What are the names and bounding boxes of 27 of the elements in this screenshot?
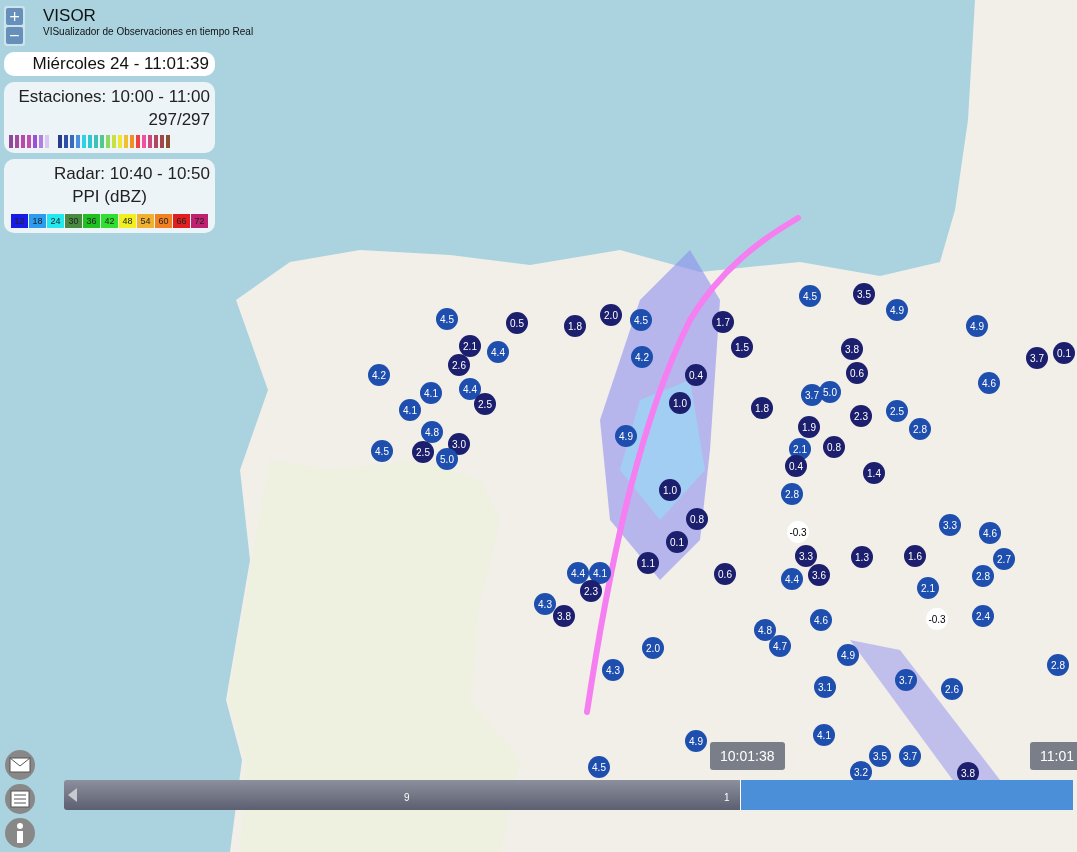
radar-legend-cell: 72 <box>191 214 208 228</box>
stations-time-range: Estaciones: 10:00 - 11:00 <box>17 86 210 108</box>
radar-legend-cell: 42 <box>101 214 118 228</box>
radar-legend-cell: 12 <box>11 214 28 228</box>
radar-legend-cell: 18 <box>29 214 46 228</box>
app-subtitle: VISualizador de Observaciones en tiempo Real <box>43 26 254 37</box>
envelope-icon <box>9 757 31 773</box>
radar-unit-label: PPI (dBZ) <box>71 186 148 208</box>
timeline-slider[interactable]: 9 1 <box>64 780 1073 810</box>
radar-legend-cell: 24 <box>47 214 64 228</box>
radar-legend-cell: 30 <box>65 214 82 228</box>
scroll-left-icon[interactable] <box>68 788 77 802</box>
radar-time-range: Radar: 10:40 - 10:50 <box>53 163 210 185</box>
date-time-label: Miércoles 24 - 11:01:39 <box>4 52 215 76</box>
newspaper-icon <box>10 790 30 808</box>
radar-legend-cell: 54 <box>137 214 154 228</box>
radar-legend-cell: 60 <box>155 214 172 228</box>
time-tooltip: 11:01 <box>1030 742 1077 770</box>
info-icon <box>16 823 24 843</box>
time-tooltip: 10:01:38 <box>710 742 785 770</box>
tick-label: 9 <box>404 792 410 803</box>
radar-legend-cell: 48 <box>119 214 136 228</box>
app-title: VISOR <box>43 6 97 26</box>
stations-count: 297/297 <box>147 109 210 131</box>
tick-label: 1 <box>724 792 730 803</box>
radar-legend-cell: 66 <box>173 214 190 228</box>
radar-legend-cell: 36 <box>83 214 100 228</box>
